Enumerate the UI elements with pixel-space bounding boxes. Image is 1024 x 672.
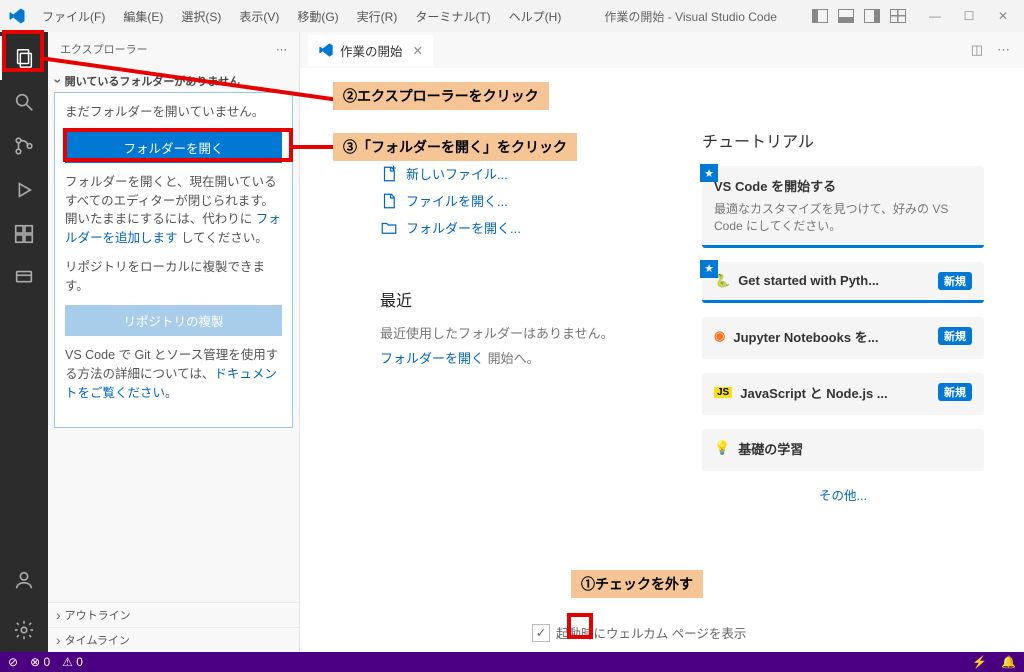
- git-doc-message: VS Code で Git とソース管理を使用する方法の詳細については、ドキュメ…: [65, 346, 282, 402]
- activity-account[interactable]: [0, 558, 48, 602]
- tab-bar: 作業の開始 ✕ ◫ ⋯: [300, 32, 1024, 68]
- window-controls: — ☐ ✕: [926, 9, 1024, 23]
- activity-scm[interactable]: [0, 124, 48, 168]
- open-file-link[interactable]: ファイルを開く...: [380, 191, 662, 210]
- status-feedback-icon[interactable]: ⚡: [972, 655, 987, 669]
- recent-heading: 最近: [380, 287, 662, 311]
- menu-edit[interactable]: 編集(E): [115, 4, 171, 29]
- js-icon: JS: [714, 387, 732, 398]
- editor-more-icon[interactable]: ⋯: [997, 42, 1010, 58]
- timeline-section[interactable]: タイムライン: [48, 627, 299, 652]
- status-bell-icon[interactable]: 🔔: [1001, 655, 1016, 669]
- python-icon: 🐍: [714, 273, 730, 289]
- status-warnings[interactable]: ⚠ 0: [62, 655, 83, 669]
- tab-welcome[interactable]: 作業の開始 ✕: [308, 35, 433, 66]
- badge-new: 新規: [938, 327, 972, 345]
- show-welcome-checkbox-row: ✓ 起動時にウェルカム ページを表示: [532, 623, 746, 642]
- outline-section[interactable]: アウトライン: [48, 602, 299, 627]
- activity-bar: [0, 32, 48, 652]
- editor-area: 作業の開始 ✕ ◫ ⋯ 開始 新しいファイル... ファイルを開く... フォル…: [300, 32, 1024, 652]
- sidebar-header: エクスプローラー ⋯: [48, 32, 299, 66]
- lightbulb-icon: 💡: [714, 440, 730, 456]
- titlebar: ファイル(F) 編集(E) 選択(S) 表示(V) 移動(G) 実行(R) ター…: [0, 0, 1024, 32]
- recent-open-row: フォルダーを開く 開始へ。: [380, 348, 662, 367]
- open-folder-desc: フォルダーを開くと、現在開いているすべてのエディターが閉じられます。開いたままに…: [65, 173, 282, 248]
- show-welcome-checkbox[interactable]: ✓: [532, 624, 550, 642]
- status-errors[interactable]: ⊗ 0: [30, 655, 50, 669]
- window-title: 作業の開始 - Visual Studio Code: [569, 8, 812, 25]
- statusbar: ⊘ ⊗ 0 ⚠ 0 ⚡ 🔔: [0, 652, 1024, 672]
- minimize-icon[interactable]: —: [926, 9, 944, 23]
- annot-line-3: [292, 145, 337, 149]
- more-tutorials-link[interactable]: その他...: [702, 485, 984, 504]
- status-remote-icon[interactable]: ⊘: [8, 655, 18, 669]
- menu-view[interactable]: 表示(V): [231, 4, 287, 29]
- menu-file[interactable]: ファイル(F): [34, 4, 113, 29]
- tut-vscode-desc: 最適なカスタマイズを見つけて、好みの VS Code にしてください。: [714, 201, 972, 235]
- activity-debug[interactable]: [0, 168, 48, 212]
- activity-extensions[interactable]: [0, 212, 48, 256]
- menu-run[interactable]: 実行(R): [349, 4, 406, 29]
- vscode-logo-icon: [8, 7, 26, 25]
- menu-terminal[interactable]: ターミナル(T): [407, 4, 498, 29]
- annot-1: ①チェックを外す: [571, 570, 703, 598]
- annot-3: ③「フォルダーを開く」をクリック: [333, 133, 577, 161]
- jupyter-icon: ◉: [714, 328, 725, 344]
- tut-vscode[interactable]: VS Code を開始する 最適なカスタマイズを見つけて、好みの VS Code…: [702, 166, 984, 248]
- tut-jupyter[interactable]: ◉Jupyter Notebooks を...新規: [702, 317, 984, 359]
- menubar: ファイル(F) 編集(E) 選択(S) 表示(V) 移動(G) 実行(R) ター…: [34, 4, 569, 29]
- open-folder-button[interactable]: フォルダーを開く: [65, 132, 282, 163]
- sidebar-title: エクスプローラー: [60, 41, 148, 57]
- tut-basics[interactable]: 💡基礎の学習: [702, 429, 984, 471]
- show-welcome-label: 起動時にウェルカム ページを表示: [556, 623, 746, 642]
- tutorials-heading: チュートリアル: [702, 128, 984, 152]
- repo-message: リポジトリをローカルに複製できます。: [65, 258, 282, 296]
- explorer-sidebar: エクスプローラー ⋯ 開いているフォルダーがありません まだフォルダーを開いてい…: [48, 32, 300, 652]
- menu-help[interactable]: ヘルプ(H): [501, 4, 570, 29]
- sidebar-more-icon[interactable]: ⋯: [276, 43, 287, 56]
- annot-2: ②エクスプローラーをクリック: [333, 82, 549, 110]
- open-folder-link[interactable]: フォルダーを開く...: [380, 218, 662, 237]
- menu-selection[interactable]: 選択(S): [173, 4, 229, 29]
- toggle-sidebar-icon[interactable]: [812, 9, 828, 23]
- layout-controls: [812, 9, 906, 23]
- activity-search[interactable]: [0, 80, 48, 124]
- split-editor-icon[interactable]: ◫: [971, 42, 983, 58]
- activity-settings[interactable]: [0, 608, 48, 652]
- toggle-secondary-icon[interactable]: [864, 9, 880, 23]
- badge-new: 新規: [938, 272, 972, 290]
- vscode-tab-icon: [318, 42, 334, 58]
- maximize-icon[interactable]: ☐: [960, 9, 978, 23]
- tut-python[interactable]: 🐍Get started with Pyth...新規: [702, 262, 984, 303]
- close-icon[interactable]: ✕: [994, 9, 1012, 23]
- activity-remote[interactable]: [0, 256, 48, 300]
- tut-js[interactable]: JSJavaScript と Node.js ...新規: [702, 373, 984, 415]
- recent-empty-text: 最近使用したフォルダーはありません。: [380, 323, 662, 342]
- menu-go[interactable]: 移動(G): [289, 4, 346, 29]
- recent-open-link[interactable]: フォルダーを開く: [380, 351, 484, 366]
- clone-repo-button[interactable]: リポジトリの複製: [65, 305, 282, 336]
- new-file-link[interactable]: 新しいファイル...: [380, 164, 662, 183]
- badge-new: 新規: [938, 383, 972, 401]
- tab-label: 作業の開始: [340, 41, 403, 60]
- no-folder-panel: まだフォルダーを開いていません。 フォルダーを開く フォルダーを開くと、現在開い…: [54, 92, 293, 428]
- tab-close-icon[interactable]: ✕: [413, 43, 423, 58]
- customize-layout-icon[interactable]: [890, 9, 906, 23]
- toggle-panel-icon[interactable]: [838, 9, 854, 23]
- no-folder-message: まだフォルダーを開いていません。: [65, 103, 282, 122]
